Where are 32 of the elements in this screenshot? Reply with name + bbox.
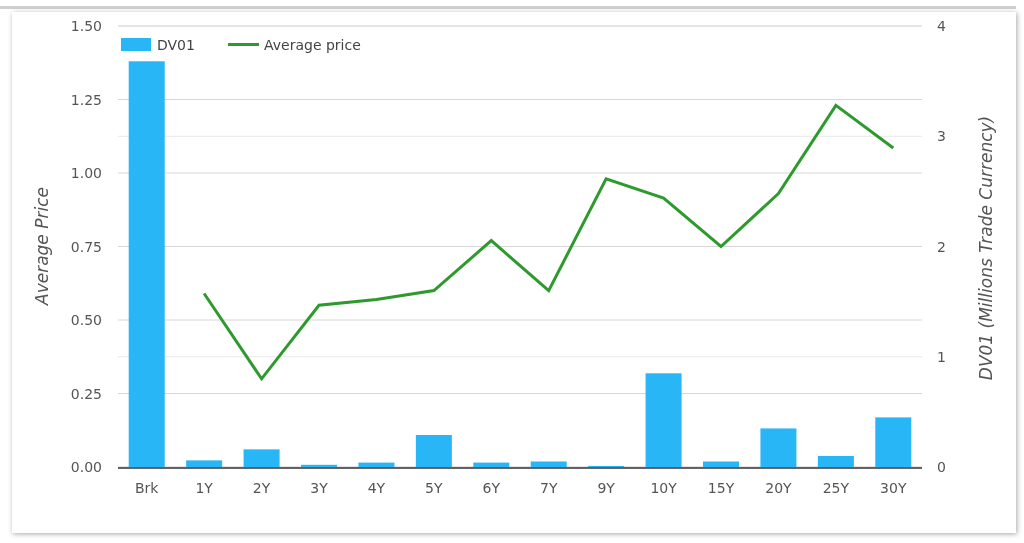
y2-tick-label: 2: [937, 238, 946, 255]
y-tick-label: 0.75: [70, 238, 102, 255]
x-tick-label: 30Y: [880, 480, 907, 496]
y-axis-title: Average Price: [32, 187, 52, 305]
x-tick-label: 7Y: [540, 480, 558, 496]
y-tick-label: 1.50: [70, 18, 102, 34]
y-tick-label: 0.00: [70, 459, 102, 475]
x-tick-label: 10Y: [650, 480, 677, 496]
y2-tick-label: 1: [937, 348, 946, 365]
y2-tick-label: 3: [937, 128, 946, 145]
x-tick-label: 25Y: [822, 480, 850, 496]
x-tick-label: 3Y: [310, 480, 328, 496]
y2-tick-label: 0: [937, 459, 946, 475]
legend-line-icon: [228, 43, 259, 46]
x-tick-label: 1Y: [195, 480, 213, 496]
x-tick-label: Brk: [135, 480, 159, 496]
x-tick-label: 5Y: [425, 480, 443, 496]
legend-label: Average price: [264, 37, 361, 53]
x-tick-label: 6Y: [482, 480, 500, 496]
y-tick-label: 1.25: [70, 91, 102, 108]
y-tick-label: 0.50: [70, 312, 102, 328]
y2-tick-label: 4: [937, 18, 946, 34]
legend-swatch-icon: [121, 38, 151, 51]
x-tick-label: 20Y: [765, 480, 792, 496]
y-tick-label: 1.00: [70, 165, 102, 181]
x-tick-label: 4Y: [367, 480, 386, 496]
y2-axis-title: DV01 (Millions Trade Currency): [976, 115, 996, 381]
x-tick-label: 9Y: [597, 480, 615, 496]
y-tick-label: 0.25: [70, 385, 102, 402]
legend-label: DV01: [157, 37, 195, 53]
x-tick-label: 2Y: [252, 480, 271, 496]
x-tick-label: 15Y: [707, 480, 735, 496]
